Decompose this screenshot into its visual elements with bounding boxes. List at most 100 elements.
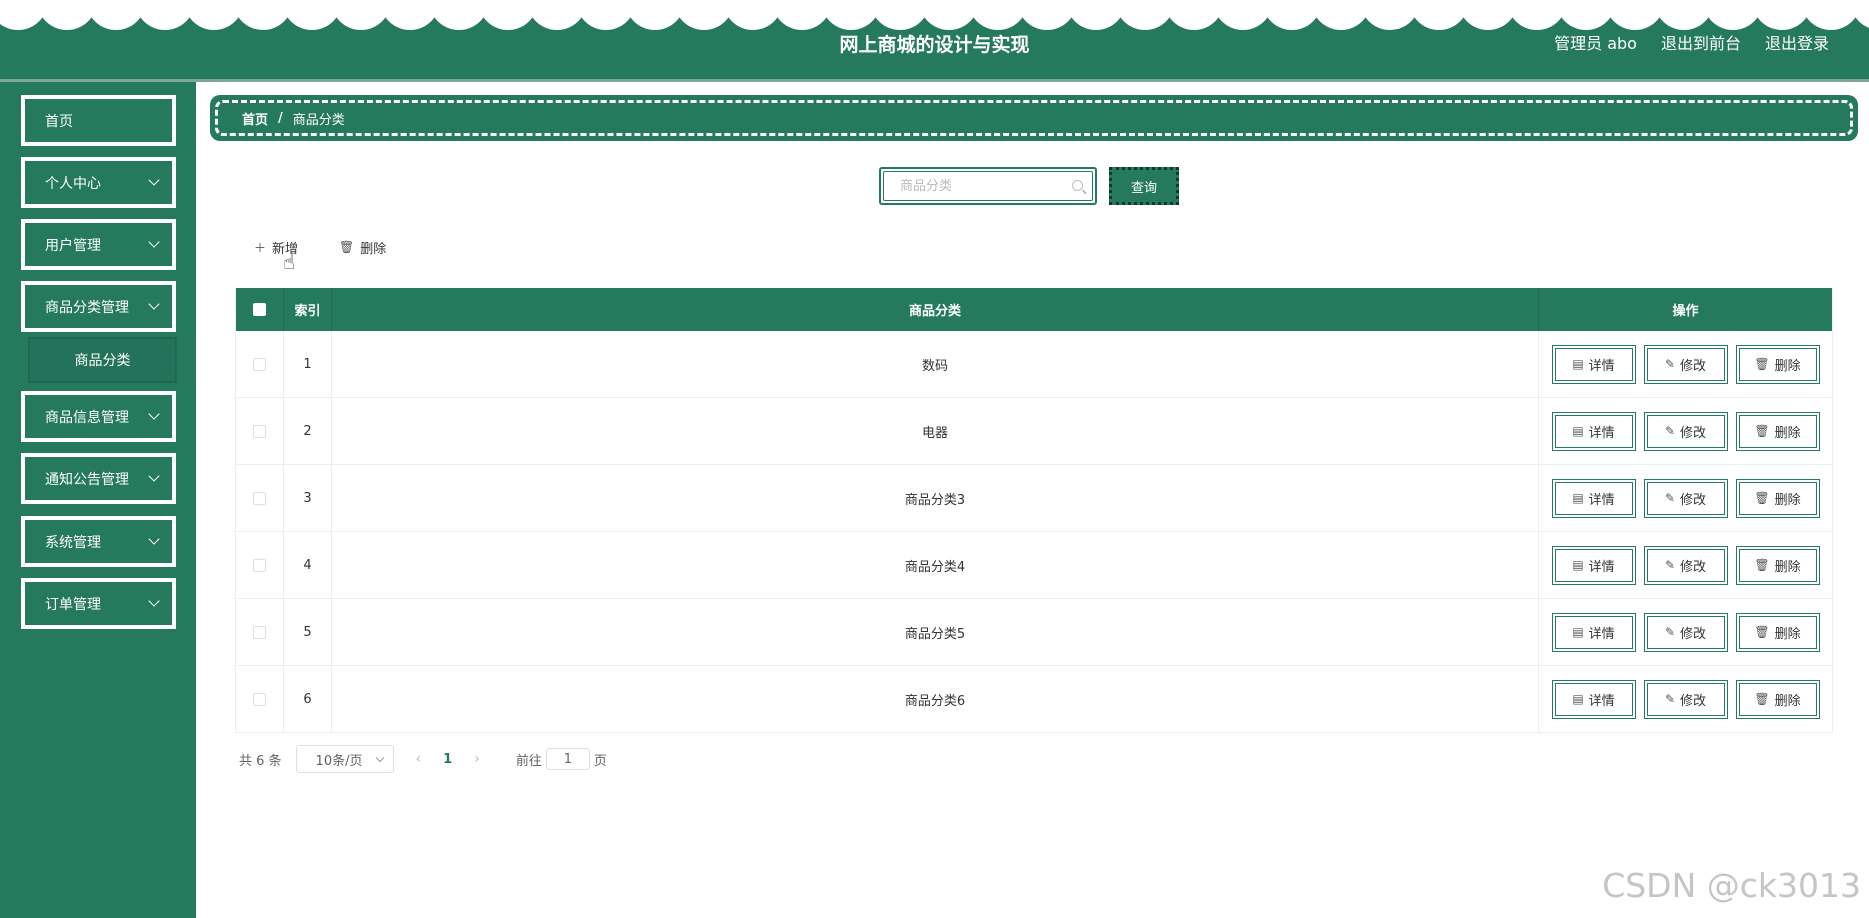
- row-checkbox[interactable]: [253, 424, 266, 438]
- page-size-select[interactable]: 10条/页: [295, 745, 394, 773]
- sidebar-item-system-management[interactable]: 系统管理: [21, 516, 176, 567]
- detail-label: 详情: [1588, 358, 1615, 374]
- document-icon: ▤: [1572, 692, 1584, 706]
- breadcrumb: 首页 / 商品分类: [210, 95, 1858, 141]
- sidebar-item-label: 个人中心: [45, 175, 101, 192]
- trash-icon: 🗑: [1754, 424, 1770, 438]
- batch-delete-label: 删除: [360, 241, 387, 257]
- detail-button[interactable]: ▤ 详情: [1551, 679, 1636, 719]
- table-header: 索引 商品分类 操作: [236, 288, 1832, 331]
- goto-label: 前往: [515, 753, 542, 769]
- edit-button[interactable]: ✎ 修改: [1643, 344, 1728, 384]
- delete-button[interactable]: 🗑 删除: [1735, 344, 1820, 384]
- edit-button[interactable]: ✎ 修改: [1643, 612, 1728, 652]
- delete-label: 删除: [1774, 693, 1801, 709]
- search-input[interactable]: [883, 171, 1093, 201]
- sidebar-item-user-management[interactable]: 用户管理: [21, 219, 176, 270]
- edit-label: 修改: [1680, 358, 1707, 374]
- delete-label: 删除: [1774, 425, 1801, 441]
- chevron-down-icon: [375, 753, 384, 763]
- current-user[interactable]: 管理员 abo: [1554, 30, 1637, 54]
- row-checkbox[interactable]: [253, 357, 266, 371]
- row-checkbox[interactable]: [253, 558, 266, 572]
- row-category-name: 数码: [332, 331, 1539, 397]
- next-page-icon[interactable]: ›: [474, 751, 480, 767]
- edit-button[interactable]: ✎ 修改: [1643, 545, 1728, 585]
- trash-icon: 🗑: [1754, 625, 1770, 639]
- row-checkbox[interactable]: [253, 625, 266, 639]
- detail-label: 详情: [1588, 559, 1615, 575]
- document-icon: ▤: [1572, 625, 1584, 639]
- table-row: 2 电器 ▤ 详情 ✎ 修改 🗑 删除: [236, 398, 1832, 465]
- row-index: 3: [284, 465, 332, 531]
- delete-button[interactable]: 🗑 删除: [1735, 411, 1820, 451]
- edit-label: 修改: [1680, 425, 1707, 441]
- page-size-value: 10条/页: [315, 753, 363, 769]
- sidebar-item-category-management[interactable]: 商品分类管理: [21, 281, 176, 332]
- detail-button[interactable]: ▤ 详情: [1551, 545, 1636, 585]
- sidebar-item-notice-management[interactable]: 通知公告管理: [21, 453, 176, 504]
- chevron-down-icon: [148, 595, 160, 607]
- delete-button[interactable]: 🗑 删除: [1735, 545, 1820, 585]
- trash-icon: 🗑: [1754, 491, 1770, 505]
- trash-icon: 🗑: [1754, 357, 1770, 371]
- sidebar-item-home[interactable]: 首页: [21, 95, 176, 146]
- sidebar-item-label: 订单管理: [45, 596, 101, 613]
- sidebar-item-order-management[interactable]: 订单管理: [21, 578, 176, 629]
- column-header-name[interactable]: 商品分类: [332, 288, 1539, 331]
- edit-button[interactable]: ✎ 修改: [1643, 679, 1728, 719]
- row-category-name: 商品分类4: [332, 532, 1539, 598]
- edit-button[interactable]: ✎ 修改: [1643, 411, 1728, 451]
- exit-to-front-link[interactable]: 退出到前台: [1661, 30, 1741, 54]
- batch-delete-button[interactable]: 🗑 删除: [339, 237, 386, 257]
- trash-icon: 🗑: [1754, 692, 1770, 706]
- chevron-down-icon: [148, 408, 160, 420]
- goto-page-input[interactable]: [545, 748, 590, 770]
- sidebar-item-label: 通知公告管理: [45, 471, 129, 488]
- row-checkbox[interactable]: [253, 491, 266, 505]
- delete-button[interactable]: 🗑 删除: [1735, 478, 1820, 518]
- sidebar-item-personal-center[interactable]: 个人中心: [21, 157, 176, 208]
- goto-page: 前往 页: [516, 748, 607, 770]
- sidebar-item-label: 商品信息管理: [45, 409, 129, 426]
- breadcrumb-home[interactable]: 首页: [242, 109, 268, 128]
- detail-button[interactable]: ▤ 详情: [1551, 478, 1636, 518]
- header-actions: 管理员 abo 退出到前台 退出登录: [1554, 30, 1829, 54]
- pencil-icon: ✎: [1664, 491, 1676, 505]
- plus-icon: ＋: [254, 240, 267, 255]
- query-button[interactable]: 查询: [1109, 167, 1179, 205]
- page-number-current[interactable]: 1: [443, 752, 452, 767]
- row-checkbox[interactable]: [253, 692, 266, 706]
- watermark: CSDN @ck3013: [1602, 866, 1861, 905]
- category-table: 索引 商品分类 操作 1 数码 ▤ 详情 ✎ 修改 🗑 删除 2 电器 ▤ 详情 ✎ 修改 🗑 删除 3 商品分类…: [235, 288, 1833, 733]
- logout-link[interactable]: 退出登录: [1765, 30, 1829, 54]
- row-category-name: 商品分类6: [332, 666, 1539, 732]
- detail-label: 详情: [1588, 425, 1615, 441]
- edit-label: 修改: [1680, 626, 1707, 642]
- delete-button[interactable]: 🗑 删除: [1735, 679, 1820, 719]
- table-row: 5 商品分类5 ▤ 详情 ✎ 修改 🗑 删除: [236, 599, 1832, 666]
- breadcrumb-separator: /: [278, 110, 283, 126]
- edit-label: 修改: [1680, 559, 1707, 575]
- sidebar-item-product-management[interactable]: 商品信息管理: [21, 391, 176, 442]
- row-category-name: 商品分类5: [332, 599, 1539, 665]
- table-row: 6 商品分类6 ▤ 详情 ✎ 修改 🗑 删除: [236, 666, 1832, 733]
- row-index: 1: [284, 331, 332, 397]
- trash-icon: 🗑: [1754, 558, 1770, 572]
- detail-button[interactable]: ▤ 详情: [1551, 411, 1636, 451]
- edit-label: 修改: [1680, 492, 1707, 508]
- delete-label: 删除: [1774, 358, 1801, 374]
- delete-label: 删除: [1774, 626, 1801, 642]
- detail-button[interactable]: ▤ 详情: [1551, 344, 1636, 384]
- sidebar-item-label: 系统管理: [45, 534, 101, 551]
- document-icon: ▤: [1572, 491, 1584, 505]
- detail-button[interactable]: ▤ 详情: [1551, 612, 1636, 652]
- delete-button[interactable]: 🗑 删除: [1735, 612, 1820, 652]
- select-all-checkbox[interactable]: [253, 303, 266, 316]
- header-divider: [0, 79, 1869, 82]
- sidebar-subitem-category[interactable]: 商品分类: [28, 337, 177, 383]
- prev-page-icon[interactable]: ‹: [416, 751, 422, 767]
- edit-button[interactable]: ✎ 修改: [1643, 478, 1728, 518]
- breadcrumb-current: 商品分类: [292, 112, 345, 128]
- chevron-down-icon: [148, 174, 160, 186]
